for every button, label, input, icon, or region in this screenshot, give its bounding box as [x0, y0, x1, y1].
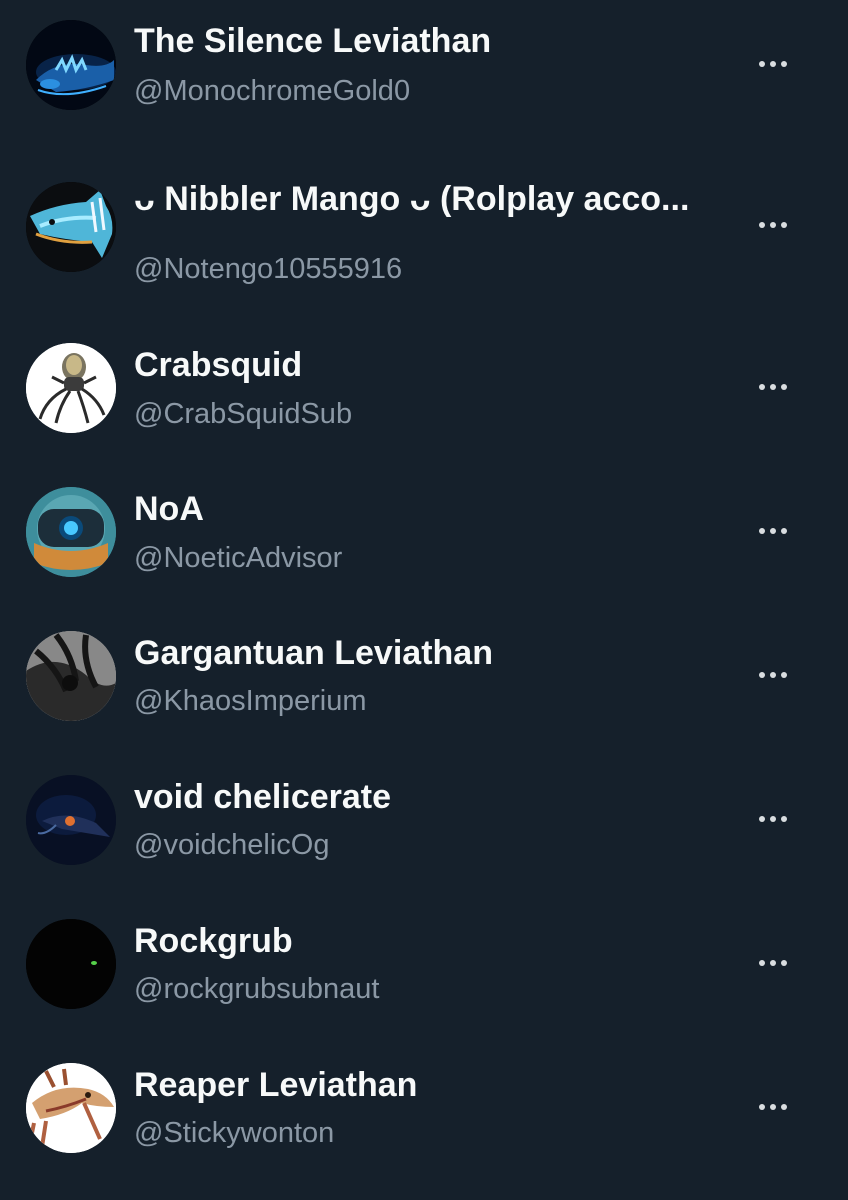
more-options-icon[interactable]	[758, 665, 788, 685]
account-name[interactable]: void chelicerate	[134, 777, 391, 817]
avatar-image	[26, 1063, 116, 1153]
avatar-image	[26, 919, 116, 1009]
account-name[interactable]: ᴗ Nibbler Mango ᴗ (Rolplay acco...	[134, 179, 689, 219]
account-row[interactable]: ᴗ Nibbler Mango ᴗ (Rolplay acco... @Note…	[0, 160, 848, 304]
account-name[interactable]: Crabsquid	[134, 345, 302, 385]
avatar-image	[26, 487, 116, 577]
silence-leviathan-avatar[interactable]	[26, 20, 116, 110]
account-row[interactable]: void chelicerate @voidchelicOg	[0, 758, 848, 902]
account-handle[interactable]: @NoeticAdvisor	[134, 540, 342, 576]
crabsquid-avatar[interactable]	[26, 343, 116, 433]
account-handle[interactable]: @CrabSquidSub	[134, 396, 352, 432]
account-handle[interactable]: @KhaosImperium	[134, 683, 367, 719]
more-options-icon[interactable]	[758, 54, 788, 74]
more-options-icon[interactable]	[758, 521, 788, 541]
account-row[interactable]: Reaper Leviathan @Stickywonton	[0, 1046, 848, 1190]
account-row[interactable]: Rockgrub @rockgrubsubnaut	[0, 902, 848, 1046]
more-options-icon[interactable]	[758, 215, 788, 235]
rockgrub-avatar[interactable]	[26, 919, 116, 1009]
account-list: The Silence Leviathan @MonochromeGold0 ᴗ…	[0, 0, 848, 1200]
account-name[interactable]: NoA	[134, 489, 204, 529]
avatar-image	[26, 775, 116, 865]
account-handle[interactable]: @MonochromeGold0	[134, 73, 410, 109]
account-name[interactable]: Rockgrub	[134, 921, 293, 961]
void-chelicerate-avatar[interactable]	[26, 775, 116, 865]
nibbler-mango-avatar[interactable]	[26, 182, 116, 272]
account-handle[interactable]: @voidchelicOg	[134, 827, 329, 863]
account-handle[interactable]: @Stickywonton	[134, 1115, 334, 1151]
account-handle[interactable]: @rockgrubsubnaut	[134, 971, 379, 1007]
avatar-image	[26, 20, 116, 110]
account-name[interactable]: Reaper Leviathan	[134, 1065, 417, 1105]
more-options-icon[interactable]	[758, 1097, 788, 1117]
noa-avatar[interactable]	[26, 487, 116, 577]
more-options-icon[interactable]	[758, 809, 788, 829]
account-handle[interactable]: @Notengo10555916	[134, 251, 402, 287]
account-row[interactable]: NoA @NoeticAdvisor	[0, 470, 848, 614]
more-options-icon[interactable]	[758, 953, 788, 973]
gargantuan-leviathan-avatar[interactable]	[26, 631, 116, 721]
account-row[interactable]: Crabsquid @CrabSquidSub	[0, 326, 848, 470]
avatar-image	[26, 631, 116, 721]
reaper-leviathan-avatar[interactable]	[26, 1063, 116, 1153]
avatar-image	[26, 343, 116, 433]
account-name[interactable]: Gargantuan Leviathan	[134, 633, 493, 673]
avatar-image	[26, 182, 116, 272]
account-row[interactable]: Gargantuan Leviathan @KhaosImperium	[0, 614, 848, 758]
account-name[interactable]: The Silence Leviathan	[134, 21, 491, 61]
more-options-icon[interactable]	[758, 377, 788, 397]
account-row[interactable]: The Silence Leviathan @MonochromeGold0	[0, 0, 848, 144]
